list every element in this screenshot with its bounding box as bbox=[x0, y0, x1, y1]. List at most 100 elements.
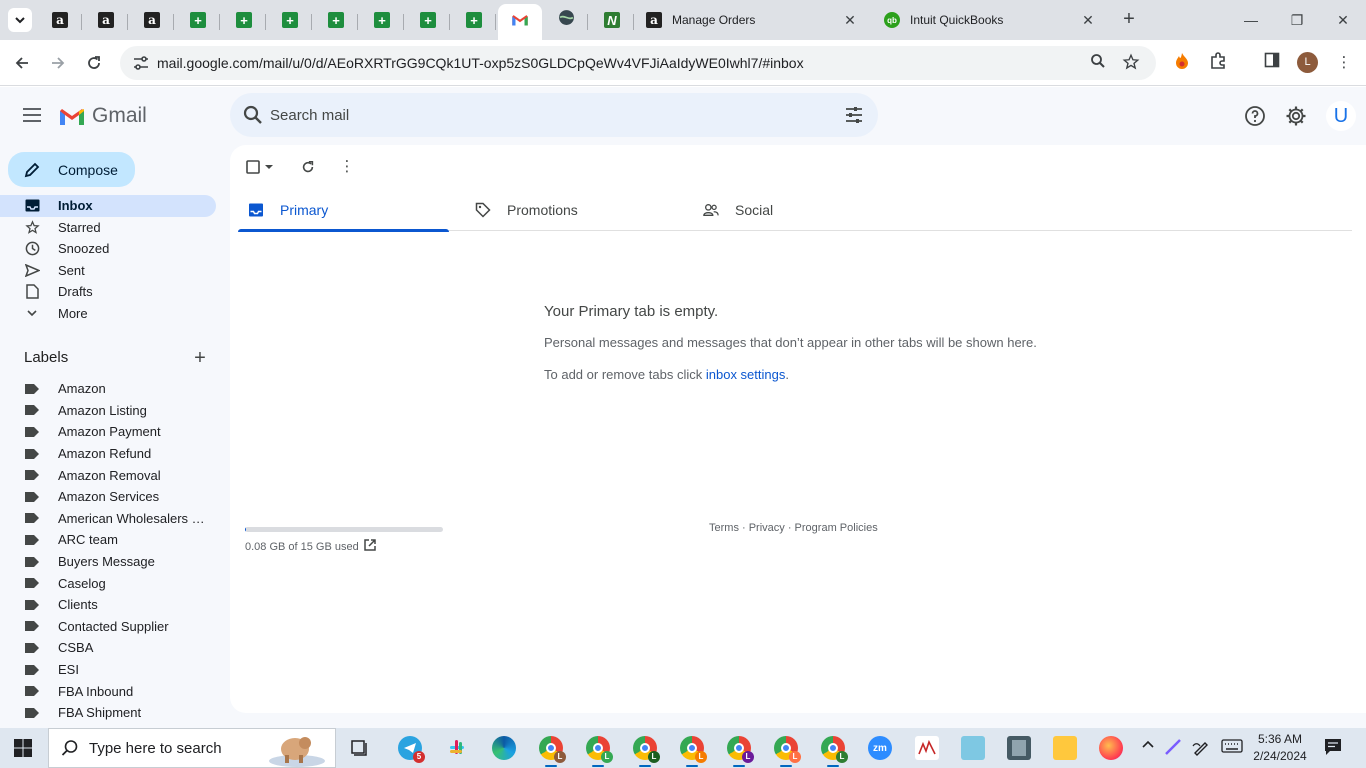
site-info-icon[interactable] bbox=[132, 55, 150, 71]
label-item[interactable]: ARC team bbox=[0, 529, 216, 551]
chrome-profile-avatar[interactable]: L bbox=[1297, 52, 1318, 73]
create-label-button[interactable]: + bbox=[190, 348, 210, 369]
file-explorer-icon[interactable] bbox=[1053, 736, 1077, 760]
finance-app-icon[interactable] bbox=[915, 736, 939, 760]
extensions-puzzle-icon[interactable] bbox=[1207, 52, 1229, 74]
calculator-icon[interactable] bbox=[1007, 736, 1031, 760]
fire-extension-icon[interactable] bbox=[1171, 52, 1193, 74]
pen-tray-icon[interactable] bbox=[1164, 738, 1182, 759]
pinned-tab[interactable]: a bbox=[130, 6, 174, 34]
close-window-button[interactable]: ✕ bbox=[1328, 8, 1358, 32]
taskbar-search-box[interactable]: Type here to search bbox=[48, 728, 336, 768]
back-button[interactable] bbox=[10, 51, 34, 75]
label-item[interactable]: Caselog bbox=[0, 572, 216, 594]
pinned-tab[interactable]: + bbox=[222, 6, 266, 34]
search-input[interactable] bbox=[270, 103, 830, 127]
label-item[interactable]: Buyers Message bbox=[0, 551, 216, 573]
show-hidden-icons-button[interactable] bbox=[1141, 738, 1155, 755]
more-options-button[interactable]: ⋮ bbox=[337, 157, 357, 177]
chrome-menu-icon[interactable]: ⋮ bbox=[1333, 52, 1355, 74]
label-item[interactable]: Contacted Supplier bbox=[0, 616, 216, 638]
nav-item-more[interactable]: More bbox=[0, 303, 216, 325]
main-menu-icon[interactable] bbox=[20, 104, 44, 128]
label-item[interactable]: Amazon Services bbox=[0, 486, 216, 508]
label-item[interactable]: American Wholesalers L... bbox=[0, 508, 216, 530]
reload-button[interactable] bbox=[82, 51, 106, 75]
chrome-icon[interactable]: L bbox=[539, 736, 566, 767]
tab-manage-orders[interactable]: a Manage Orders ✕ bbox=[638, 6, 868, 34]
label-item[interactable]: Amazon Removal bbox=[0, 464, 216, 486]
label-item[interactable]: ESI bbox=[0, 659, 216, 681]
nav-item-snoozed[interactable]: Snoozed bbox=[0, 238, 216, 260]
compose-button[interactable]: Compose bbox=[8, 152, 135, 187]
zoom-app-icon[interactable]: zm bbox=[868, 736, 892, 760]
nav-item-starred[interactable]: Starred bbox=[0, 217, 216, 239]
help-icon[interactable] bbox=[1244, 105, 1266, 127]
chrome-icon[interactable]: L bbox=[774, 736, 801, 767]
address-bar[interactable]: mail.google.com/mail/u/0/d/AEoRXRTrGG9CQ… bbox=[120, 46, 1156, 80]
gmail-logo[interactable]: Gmail bbox=[58, 104, 147, 128]
close-icon[interactable]: ✕ bbox=[1078, 12, 1098, 29]
google-account-avatar[interactable]: U bbox=[1326, 101, 1356, 131]
tab-search-button[interactable] bbox=[8, 8, 32, 32]
settings-gear-icon[interactable] bbox=[1285, 105, 1307, 127]
pinned-tab[interactable]: + bbox=[314, 6, 358, 34]
notification-center-icon[interactable] bbox=[1324, 738, 1342, 756]
touch-keyboard-icon[interactable] bbox=[1221, 738, 1243, 757]
label-item[interactable]: Amazon bbox=[0, 378, 216, 400]
restore-button[interactable]: ❐ bbox=[1282, 8, 1312, 32]
close-icon[interactable]: ✕ bbox=[840, 12, 860, 29]
chrome-icon[interactable]: L bbox=[586, 736, 613, 767]
external-link-icon[interactable] bbox=[363, 538, 377, 552]
pinned-tab[interactable]: + bbox=[360, 6, 404, 34]
firefox-icon[interactable] bbox=[1099, 736, 1123, 760]
bookmark-star-icon[interactable] bbox=[1121, 53, 1141, 73]
pinned-tab[interactable] bbox=[544, 6, 588, 34]
pinned-tab[interactable]: N bbox=[590, 6, 634, 34]
telegram-icon[interactable]: 5 bbox=[398, 736, 425, 763]
forward-button[interactable] bbox=[46, 51, 70, 75]
tab-primary[interactable]: Primary bbox=[238, 189, 449, 232]
refresh-button[interactable] bbox=[301, 157, 321, 177]
label-item[interactable]: CSBA bbox=[0, 637, 216, 659]
taskbar-clock[interactable]: 5:36 AM 2/24/2024 bbox=[1252, 731, 1308, 765]
search-options-icon[interactable] bbox=[844, 105, 864, 125]
label-item[interactable]: Amazon Payment bbox=[0, 421, 216, 443]
footer-links[interactable]: Terms · Privacy · Program Policies bbox=[709, 522, 878, 534]
notepad-icon[interactable] bbox=[961, 736, 985, 760]
label-item[interactable]: Amazon Listing bbox=[0, 400, 216, 422]
zoom-icon[interactable] bbox=[1088, 53, 1108, 73]
windows-start-icon[interactable] bbox=[13, 738, 33, 758]
pinned-tab[interactable]: + bbox=[406, 6, 450, 34]
select-all-checkbox[interactable] bbox=[246, 157, 276, 177]
pinned-tab[interactable]: + bbox=[452, 6, 496, 34]
pinned-tab[interactable]: a bbox=[38, 6, 82, 34]
label-item[interactable]: FBA Inbound bbox=[0, 680, 216, 702]
tab-social[interactable]: Social bbox=[693, 189, 904, 231]
tab-quickbooks[interactable]: qb Intuit QuickBooks ✕ bbox=[876, 6, 1106, 34]
chrome-icon[interactable]: L bbox=[680, 736, 707, 767]
side-panel-icon[interactable] bbox=[1261, 52, 1283, 74]
new-tab-button[interactable]: + bbox=[1117, 8, 1141, 32]
nav-item-drafts[interactable]: Drafts bbox=[0, 281, 216, 303]
edge-icon[interactable] bbox=[492, 736, 516, 760]
label-item[interactable]: Amazon Refund bbox=[0, 443, 216, 465]
pinned-tab[interactable] bbox=[498, 4, 542, 40]
search-icon[interactable] bbox=[242, 104, 264, 126]
inbox-settings-link[interactable]: inbox settings bbox=[706, 367, 786, 382]
pen-menu-icon[interactable] bbox=[1192, 738, 1210, 759]
label-item[interactable]: Clients bbox=[0, 594, 216, 616]
nav-item-inbox[interactable]: Inbox bbox=[0, 195, 216, 217]
task-view-icon[interactable] bbox=[348, 736, 372, 760]
minimize-button[interactable]: — bbox=[1236, 8, 1266, 32]
chrome-icon[interactable]: L bbox=[633, 736, 660, 767]
nav-item-sent[interactable]: Sent bbox=[0, 260, 216, 282]
slack-icon[interactable] bbox=[445, 736, 469, 760]
pinned-tab[interactable]: a bbox=[84, 6, 128, 34]
search-bar[interactable] bbox=[230, 93, 878, 137]
pinned-tab[interactable]: + bbox=[176, 6, 220, 34]
label-item[interactable]: FBA Shipment bbox=[0, 702, 216, 724]
pinned-tab[interactable]: + bbox=[268, 6, 312, 34]
chrome-icon[interactable]: L bbox=[727, 736, 754, 767]
chrome-icon[interactable]: L bbox=[821, 736, 848, 767]
